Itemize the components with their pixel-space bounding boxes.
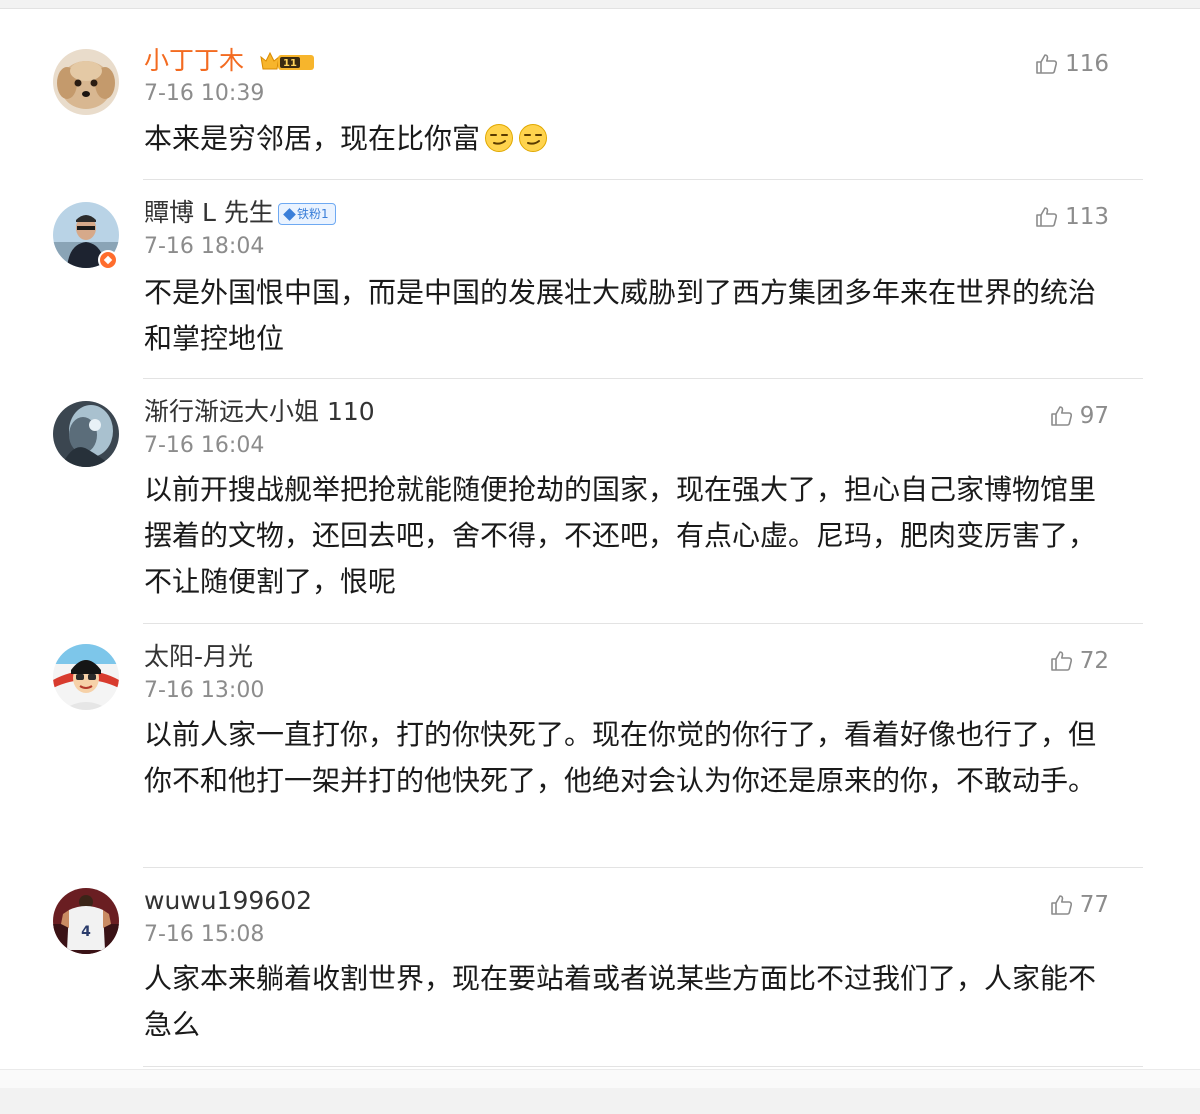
comment-item: 太阳-月光 7-16 13:00 72 以前人家一直打你，打的你快死了。现在你觉… [0,624,1143,868]
comment-item: 小丁丁木 11 7-16 10:39 116 本来是穷邻居，现在比你富 [0,9,1143,180]
thumbs-up-icon [1050,651,1072,671]
comment-item: 渐行渐远大小姐 110 7-16 16:04 97 以前开搜战舰举把抢就能随便抢… [0,379,1143,624]
timestamp: 7-16 15:08 [144,922,265,947]
avatar[interactable]: 4 [53,888,119,954]
comment-item: 贉博 L 先生 铁粉1 7-16 18:04 113 不是外国恨中国，而是中国的… [0,180,1143,379]
thumbs-up-icon [1050,406,1072,426]
like-button[interactable]: 116 [1035,49,1109,79]
comment-item: 4 wuwu199602 7-16 15:08 77 人家本来躺着收割世界，现在… [0,868,1143,1067]
username[interactable]: 渐行渐远大小姐 110 [144,397,375,427]
comment-text-content: 本来是穷邻居，现在比你富 [144,122,481,155]
like-button[interactable]: 97 [1050,401,1109,431]
list-footer [0,1069,1200,1088]
fan-badge-label: 铁粉1 [297,207,329,221]
like-count: 72 [1079,648,1109,674]
avatar[interactable] [53,401,119,467]
timestamp: 7-16 13:00 [144,678,265,703]
smirk-emoji-icon [519,124,548,152]
svg-text:4: 4 [81,924,91,940]
comment-text: 人家本来躺着收割世界，现在要站着或者说某些方面比不过我们了，人家能不急么 [144,962,1097,1041]
page: 小丁丁木 11 7-16 10:39 116 本来是穷邻居，现在比你富 贉博 L… [0,0,1200,1114]
like-button[interactable]: 72 [1050,646,1109,676]
username[interactable]: 小丁丁木 [144,46,244,76]
like-button[interactable]: 113 [1035,202,1109,232]
right-gutter [1143,9,1200,1069]
timestamp: 7-16 18:04 [144,234,265,259]
thumbs-up-icon [1050,895,1072,915]
level-number: 11 [283,58,297,69]
username[interactable]: 太阳-月光 [144,642,253,672]
avatar[interactable] [53,644,119,710]
like-count: 97 [1079,403,1109,429]
comment-text: 以前人家一直打你，打的你快死了。现在你觉的你行了，看着好像也行了，但你不和他打一… [144,718,1097,797]
diamond-icon [283,207,296,221]
timestamp: 7-16 16:04 [144,433,265,458]
like-count: 113 [1065,204,1109,230]
fan-badge: 铁粉1 [278,203,336,225]
verified-badge-icon [98,250,118,270]
username[interactable]: wuwu199602 [144,886,312,916]
comment-text: 不是外国恨中国，而是中国的发展壮大威胁到了西方集团多年来在世界的统治和掌控地位 [144,276,1097,355]
like-button[interactable]: 77 [1050,890,1109,920]
like-count: 77 [1079,892,1109,918]
crown-level-icon: 11 [260,51,314,70]
comment-text: 以前开搜战舰举把抢就能随便抢劫的国家，现在强大了，担心自己家博物馆里摆着的文物，… [144,473,1097,598]
like-count: 116 [1065,51,1109,77]
thumbs-up-icon [1036,207,1058,227]
timestamp: 7-16 10:39 [144,81,265,106]
username[interactable]: 贉博 L 先生 [144,198,274,228]
comment-divider [143,1066,1143,1067]
avatar[interactable] [53,49,119,115]
comment-text: 本来是穷邻居，现在比你富 [144,116,1114,162]
thumbs-up-icon [1036,54,1058,74]
smirk-emoji-icon [485,124,514,152]
